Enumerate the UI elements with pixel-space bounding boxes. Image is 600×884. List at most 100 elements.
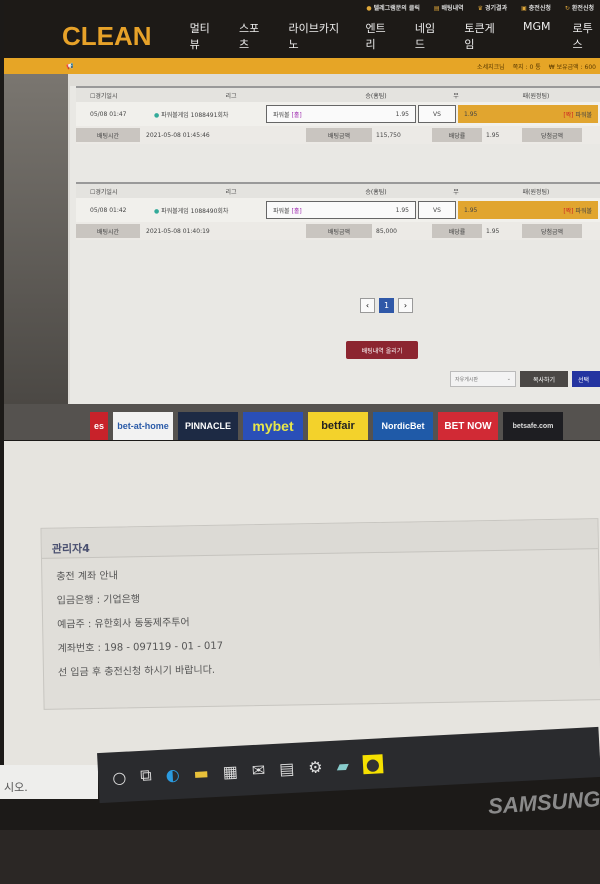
odds-label: 배당률 bbox=[432, 224, 482, 238]
draw-option[interactable]: VS bbox=[418, 105, 456, 123]
main-nav: 멀티뷰 스포츠 라이브카지노 엔트리 네임드 토큰게임 MGM 로투스 bbox=[190, 20, 600, 52]
banner[interactable]: mybet bbox=[243, 412, 303, 440]
home-bet-option[interactable]: 파워볼 [홀] 1.95 bbox=[266, 105, 416, 123]
table-header: ☐경기일시 리그 승(홈팀) 무 패(원정팀) bbox=[76, 86, 600, 102]
cortana-icon[interactable]: ○ bbox=[112, 767, 127, 787]
telegram-link[interactable]: ● 텔레그램문의 클릭 bbox=[366, 3, 420, 12]
nav-token-game[interactable]: 토큰게임 bbox=[464, 20, 501, 52]
win-amount-label: 당첨금액 bbox=[522, 224, 582, 238]
settings-icon[interactable]: ⚙ bbox=[308, 757, 323, 777]
bet-date: 05/08 01:47 bbox=[90, 110, 127, 118]
away-odds: 1.95 bbox=[464, 206, 478, 214]
username[interactable]: 소세지크님 bbox=[477, 62, 505, 71]
chevron-down-icon: ⌄ bbox=[506, 376, 511, 382]
away-label: 파워볼 bbox=[575, 207, 592, 215]
away-bet-option[interactable]: 1.95 [짝] 파워볼 bbox=[458, 201, 598, 219]
prev-page-button[interactable]: ‹ bbox=[360, 298, 375, 313]
table-row: 05/08 01:47 ● 파워볼게임 1088491회차 파워볼 [홀] 1.9… bbox=[76, 102, 600, 126]
results-link[interactable]: ♛ 경기결과 bbox=[478, 3, 507, 12]
bet-history-link[interactable]: ▤ 배팅내역 bbox=[434, 3, 464, 12]
mail-icon[interactable]: ✉ bbox=[251, 760, 265, 780]
messages-link[interactable]: 쪽지 : 0 통 bbox=[513, 62, 541, 71]
upload-bet-history-button[interactable]: 배팅내역 올리기 bbox=[346, 341, 418, 359]
header-away: 패(원정팀) bbox=[522, 92, 550, 100]
banner[interactable]: bet-at-home bbox=[113, 412, 173, 440]
app-icon[interactable]: ▰ bbox=[336, 756, 349, 776]
board-select[interactable]: 자유게시판 ⌄ bbox=[450, 371, 516, 387]
next-page-button[interactable]: › bbox=[398, 298, 413, 313]
board-select-value: 자유게시판 bbox=[455, 376, 479, 383]
home-label: 파워볼 bbox=[273, 207, 290, 215]
banner[interactable]: PINNACLE bbox=[178, 412, 238, 440]
notice-account: 계좌번호 : 198 - 097119 - 01 - 017 bbox=[57, 640, 224, 655]
header-home: 승(홈팀) bbox=[365, 188, 387, 196]
nav-sports[interactable]: 스포츠 bbox=[239, 20, 266, 52]
banner[interactable]: es bbox=[90, 412, 108, 440]
nav-named[interactable]: 네임드 bbox=[415, 20, 442, 52]
table-header: ☐경기일시 리그 승(홈팀) 무 패(원정팀) bbox=[76, 182, 600, 198]
header-date: 경기일시 bbox=[95, 188, 118, 196]
withdraw-link[interactable]: ↻ 환전신청 bbox=[565, 3, 594, 12]
away-bet-option[interactable]: 1.95 [짝] 파워볼 bbox=[458, 105, 598, 123]
away-tag: [짝] bbox=[563, 207, 574, 215]
top-links: ● 텔레그램문의 클릭 ▤ 배팅내역 ♛ 경기결과 ▣ 충전신청 ↻ 환전신청 bbox=[4, 0, 600, 14]
side-image bbox=[4, 74, 68, 404]
banner[interactable]: betfair bbox=[308, 412, 368, 440]
nav-entry[interactable]: 엔트리 bbox=[365, 20, 392, 52]
file-explorer-icon[interactable]: ▬ bbox=[193, 763, 209, 783]
home-odds: 1.95 bbox=[395, 206, 409, 214]
win-amount-label: 당첨금액 bbox=[522, 128, 582, 142]
deposit-link[interactable]: ▣ 충전신청 bbox=[521, 3, 551, 12]
bet-time-label: 배팅시간 bbox=[76, 128, 140, 142]
banner[interactable]: BET NOW bbox=[438, 412, 498, 440]
home-odds: 1.95 bbox=[395, 110, 409, 118]
bet-detail-row: 배팅시간 2021-05-08 01:45:46 배팅금액 115,750 배당… bbox=[76, 126, 600, 144]
home-tag: [홀] bbox=[291, 111, 302, 119]
taskbar-search[interactable]: 시오. bbox=[0, 765, 98, 799]
header-draw: 무 bbox=[453, 188, 459, 196]
bet-history-panel: ☐경기일시 리그 승(홈팀) 무 패(원정팀) 05/08 01:47 ● 파워… bbox=[70, 86, 600, 404]
banner[interactable]: NordicBet bbox=[373, 412, 433, 440]
copy-button[interactable]: 복사하기 bbox=[520, 371, 568, 387]
nav-live-casino[interactable]: 라이브카지노 bbox=[289, 20, 344, 52]
page-1-button[interactable]: 1 bbox=[379, 298, 394, 313]
table-row: 05/08 01:42 ● 파워볼게임 1088490회차 파워볼 [홀] 1.9… bbox=[76, 198, 600, 222]
edge-icon[interactable]: ◐ bbox=[165, 764, 180, 784]
calculator-icon[interactable]: ▤ bbox=[279, 758, 295, 778]
store-icon[interactable]: ▦ bbox=[222, 761, 238, 781]
bet-record: ☐경기일시 리그 승(홈팀) 무 패(원정팀) 05/08 01:47 ● 파워… bbox=[76, 86, 600, 144]
betting-site-screen: ● 텔레그램문의 클릭 ▤ 배팅내역 ♛ 경기결과 ▣ 충전신청 ↻ 환전신청 CLEAN… bbox=[4, 0, 600, 440]
bet-amount-label: 배팅금액 bbox=[306, 128, 372, 142]
notice-author: 관리자4 bbox=[41, 519, 598, 559]
select-all-checkbox[interactable]: ☐경기일시 bbox=[76, 91, 146, 100]
logo[interactable]: CLEAN bbox=[62, 21, 152, 52]
monitor-bezel bbox=[0, 830, 600, 884]
kakaotalk-icon[interactable]: ● bbox=[362, 753, 384, 774]
bet-league: 파워볼게임 1088490회차 bbox=[161, 207, 229, 215]
odds-label: 배당률 bbox=[432, 128, 482, 142]
balance: ₩ 보유금액 : 600 bbox=[548, 63, 596, 71]
notice-title: 충전 계좌 안내 bbox=[56, 570, 118, 583]
nav-mgm[interactable]: MGM bbox=[523, 20, 551, 52]
task-view-icon[interactable]: ⧉ bbox=[140, 765, 152, 786]
home-tag: [홀] bbox=[291, 207, 302, 215]
banner[interactable]: betsafe.com bbox=[503, 412, 563, 440]
select-button[interactable]: 선택 bbox=[572, 371, 600, 387]
nav-multiview[interactable]: 멀티뷰 bbox=[190, 20, 217, 52]
home-bet-option[interactable]: 파워볼 [홀] 1.95 bbox=[266, 201, 416, 219]
header-date: 경기일시 bbox=[95, 92, 118, 100]
pagination: ‹ 1 › bbox=[360, 298, 413, 313]
bet-date: 05/08 01:42 bbox=[90, 206, 127, 214]
select-all-checkbox[interactable]: ☐경기일시 bbox=[76, 187, 146, 196]
away-label: 파워볼 bbox=[575, 111, 592, 119]
sponsor-banners: es bet-at-home PINNACLE mybet betfair No… bbox=[4, 404, 600, 440]
bet-amount: 115,750 bbox=[376, 131, 401, 139]
nav-lotus[interactable]: 로투스 bbox=[573, 20, 600, 52]
bet-detail-row: 배팅시간 2021-05-08 01:40:19 배팅금액 85,000 배당률… bbox=[76, 222, 600, 240]
content: ☐경기일시 리그 승(홈팀) 무 패(원정팀) 05/08 01:47 ● 파워… bbox=[4, 74, 600, 404]
header-home: 승(홈팀) bbox=[365, 92, 387, 100]
deposit-notice: 관리자4 충전 계좌 안내 입금은행 : 기업은행 예금주 : 유한회사 동동제… bbox=[40, 518, 600, 710]
draw-option[interactable]: VS bbox=[418, 201, 456, 219]
bet-time: 2021-05-08 01:45:46 bbox=[146, 131, 210, 139]
header-league: 리그 bbox=[225, 92, 237, 100]
